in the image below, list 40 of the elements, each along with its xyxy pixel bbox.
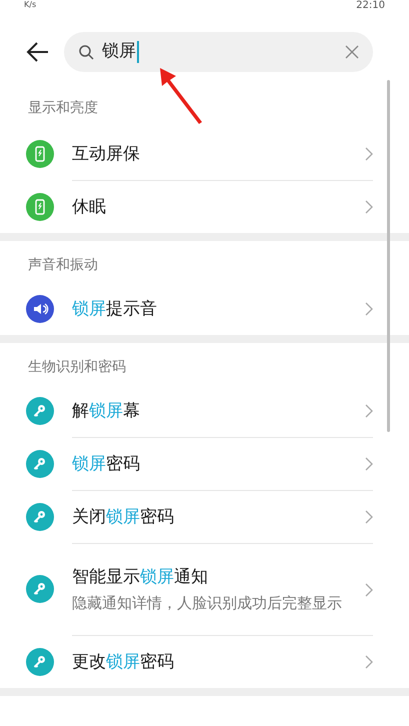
settings-item[interactable]: 智能显示锁屏通知 隐藏通知详情，人脸识别成功后完整显示 <box>0 543 409 635</box>
item-title: 智能显示锁屏通知 <box>72 566 209 588</box>
item-title: 关闭锁屏密码 <box>72 506 175 529</box>
key-icon <box>26 502 54 530</box>
section-header: 声音和振动 <box>28 257 98 273</box>
clear-icon[interactable] <box>345 45 359 59</box>
settings-item[interactable]: 解锁屏幕 <box>0 384 409 437</box>
item-title: 更改锁屏密码 <box>72 651 175 674</box>
key-icon <box>26 648 54 676</box>
section-header: 显示和亮度 <box>28 100 98 116</box>
settings-item[interactable]: 关闭锁屏密码 <box>0 490 409 543</box>
clock-time: 22:10 <box>356 0 385 11</box>
chevron-icon <box>365 404 373 418</box>
key-icon <box>26 575 54 603</box>
item-subtitle: 隐藏通知详情，人脸识别成功后完整显示 <box>72 592 343 614</box>
item-title: 锁屏提示音 <box>72 298 158 320</box>
item-title: 休眠 <box>72 196 107 219</box>
search-field[interactable]: 锁屏 <box>64 32 373 72</box>
settings-item[interactable]: 互动屏保 <box>0 127 409 180</box>
back-icon[interactable] <box>26 40 50 64</box>
settings-item[interactable]: 锁屏提示音 <box>0 282 409 335</box>
chevron-icon <box>365 302 373 316</box>
chevron-icon <box>365 200 373 214</box>
chevron-icon <box>365 582 373 596</box>
chevron-icon <box>365 457 373 471</box>
chevron-icon <box>365 655 373 669</box>
search-icon <box>78 44 94 60</box>
speaker-icon <box>26 294 54 322</box>
settings-item[interactable]: 锁屏密码 <box>0 437 409 490</box>
key-icon <box>26 396 54 424</box>
key-icon <box>26 450 54 478</box>
phone-icon <box>26 192 54 220</box>
section-header: 生物识别和密码 <box>28 359 126 375</box>
chevron-icon <box>365 146 373 160</box>
phone-icon <box>26 140 54 168</box>
network-speed: K/s <box>24 0 36 9</box>
item-title: 互动屏保 <box>72 142 141 166</box>
item-title: 解锁屏幕 <box>72 400 141 422</box>
chevron-icon <box>365 510 373 524</box>
item-title: 锁屏密码 <box>72 453 141 476</box>
